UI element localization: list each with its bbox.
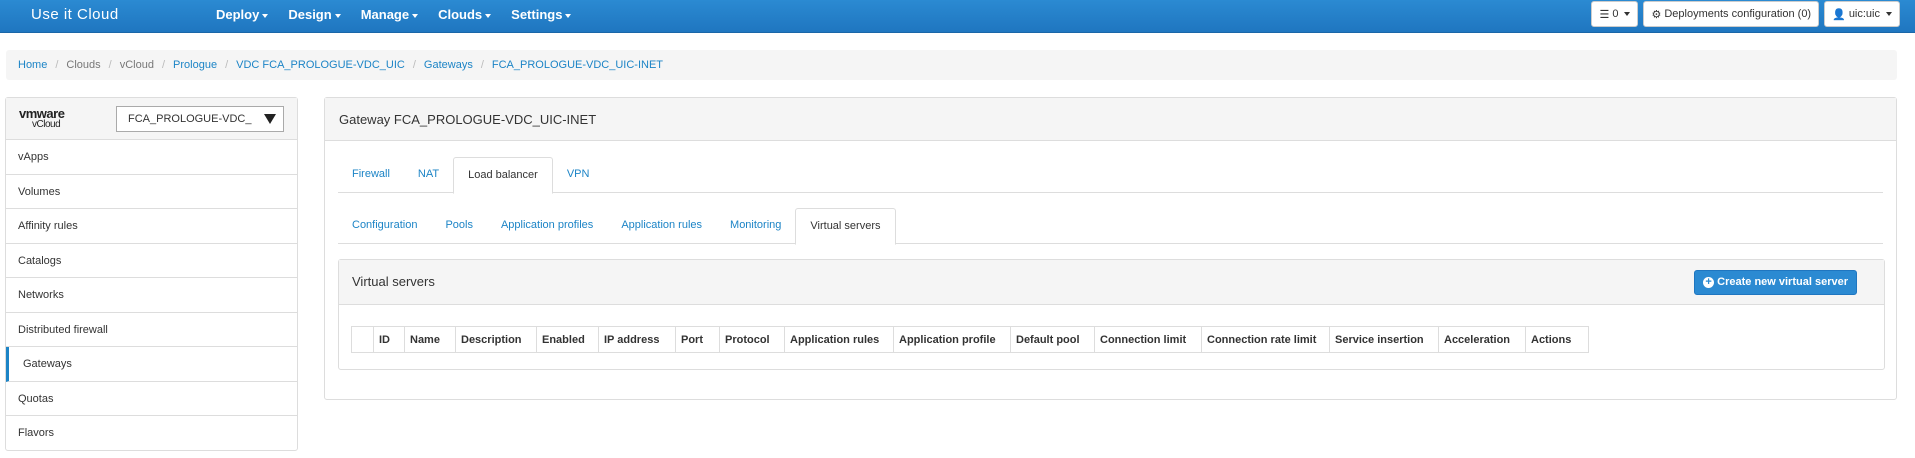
breadcrumb-separator: / <box>108 59 112 71</box>
chevron-down-icon <box>1624 12 1631 16</box>
sidebar-item-volumes[interactable]: Volumes <box>6 175 297 209</box>
user-icon: 👤 <box>1832 8 1846 21</box>
logo-subtext: vCloud <box>32 119 61 130</box>
virtual-servers-table: ID Name Description Enabled IP address Port Pr… <box>351 326 1589 353</box>
column-protocol[interactable]: Protocol <box>719 326 785 353</box>
chevron-down-icon <box>412 13 419 18</box>
subtab-virtual-servers[interactable]: Virtual servers <box>795 208 896 245</box>
column-service-insertion[interactable]: Service insertion <box>1329 326 1439 353</box>
list-icon: ☰ <box>1599 8 1610 21</box>
column-select <box>351 326 374 353</box>
deployments-config-label: Deployments configuration (0) <box>1664 8 1812 20</box>
virtual-servers-header: Virtual servers + Create new virtual ser… <box>339 260 1884 305</box>
gear-icon: ⚙ <box>1651 8 1662 21</box>
menu-design[interactable]: Design <box>288 0 341 33</box>
user-label: uic:uic <box>1848 8 1880 20</box>
sidebar-header: vmware vCloud FCA_PROLOGUE-VDC_ <box>6 98 297 140</box>
load-balancer-subtabs: Configuration Pools Application profiles Ap… <box>338 208 1883 245</box>
gateway-tabs: Firewall NAT Load balancer VPN <box>338 157 1883 194</box>
column-acceleration[interactable]: Acceleration <box>1438 326 1526 353</box>
app-title[interactable]: Use it Cloud <box>31 6 119 23</box>
column-application-rules[interactable]: Application rules <box>784 326 894 353</box>
subtab-configuration[interactable]: Configuration <box>338 208 431 244</box>
plus-circle-icon: + <box>1703 277 1715 288</box>
sidebar-item-distributed-firewall[interactable]: Distributed firewall <box>6 313 297 347</box>
sidebar-item-quotas[interactable]: Quotas <box>6 382 297 416</box>
column-default-pool[interactable]: Default pool <box>1010 326 1095 353</box>
sidebar-item-vapps[interactable]: vApps <box>6 140 297 175</box>
tab-vpn[interactable]: VPN <box>553 157 604 193</box>
subtab-application-profiles[interactable]: Application profiles <box>487 208 607 244</box>
navbar-right: ☰ 0 ⚙ Deployments configuration (0) 👤 ui… <box>1591 1 1900 27</box>
breadcrumb-vdc-fca-prologue-vdc-uic[interactable]: VDC FCA_PROLOGUE-VDC_UIC <box>236 59 405 71</box>
breadcrumb-fca-prologue-vdc-uic-inet[interactable]: FCA_PROLOGUE-VDC_UIC-INET <box>492 59 663 71</box>
sidebar: vmware vCloud FCA_PROLOGUE-VDC_ vApps Vol… <box>5 97 298 451</box>
list-dropdown-button[interactable]: ☰ 0 <box>1591 1 1639 27</box>
menu-label: Settings <box>511 7 563 22</box>
vdc-select-value: FCA_PROLOGUE-VDC_ <box>128 113 252 125</box>
breadcrumb-separator: / <box>480 59 484 71</box>
menu-label: Design <box>288 7 332 22</box>
chevron-down-icon <box>262 13 269 18</box>
sidebar-item-catalogs[interactable]: Catalogs <box>6 244 297 278</box>
breadcrumb-prologue[interactable]: Prologue <box>173 59 217 71</box>
breadcrumb-home[interactable]: Home <box>18 59 47 71</box>
virtual-servers-panel: Virtual servers + Create new virtual ser… <box>338 259 1885 370</box>
breadcrumb-vcloud: vCloud <box>119 59 154 71</box>
tab-firewall[interactable]: Firewall <box>338 157 404 193</box>
vdc-select[interactable]: FCA_PROLOGUE-VDC_ <box>116 106 284 132</box>
sidebar-item-networks[interactable]: Networks <box>6 278 297 313</box>
breadcrumb-separator: / <box>161 59 166 71</box>
vmware-vcloud-logo: vmware vCloud <box>19 106 65 130</box>
chevron-down-icon <box>485 13 492 18</box>
chevron-down-icon <box>1886 12 1892 16</box>
column-connection-rate-limit[interactable]: Connection rate limit <box>1201 326 1330 353</box>
gateway-title: Gateway FCA_PROLOGUE-VDC_UIC-INET <box>325 98 1896 141</box>
column-application-profile[interactable]: Application profile <box>893 326 1011 353</box>
dropdown-arrow-icon <box>264 114 276 124</box>
breadcrumb-separator: / <box>225 59 229 71</box>
subtab-application-rules[interactable]: Application rules <box>607 208 716 244</box>
menu-manage[interactable]: Manage <box>360 0 419 33</box>
menu-clouds[interactable]: Clouds <box>438 0 492 33</box>
column-name[interactable]: Name <box>404 326 456 353</box>
column-connection-limit[interactable]: Connection limit <box>1094 326 1202 353</box>
column-actions[interactable]: Actions <box>1525 326 1589 353</box>
breadcrumb-gateways[interactable]: Gateways <box>424 59 473 71</box>
sidebar-item-flavors[interactable]: Flavors <box>6 416 297 451</box>
user-menu-button[interactable]: 👤 uic:uic <box>1824 1 1900 27</box>
subtab-monitoring[interactable]: Monitoring <box>716 208 795 244</box>
column-port[interactable]: Port <box>675 326 720 353</box>
breadcrumb: Home / Clouds / vCloud / Prologue / VDC FCA_PROL… <box>6 50 1897 80</box>
breadcrumb-clouds: Clouds <box>66 59 101 71</box>
list-count: 0 <box>1612 8 1619 20</box>
breadcrumb-separator: / <box>412 59 416 71</box>
menu-settings[interactable]: Settings <box>511 0 572 33</box>
menu-label: Deploy <box>216 7 260 22</box>
breadcrumb-separator: / <box>55 59 59 71</box>
subtab-pools[interactable]: Pools <box>431 208 487 244</box>
sidebar-item-gateways[interactable]: Gateways <box>6 347 297 382</box>
deployments-config-button[interactable]: ⚙ Deployments configuration (0) <box>1643 1 1820 27</box>
column-enabled[interactable]: Enabled <box>536 326 599 353</box>
table-header-row: ID Name Description Enabled IP address Port Pr… <box>351 326 1589 353</box>
sidebar-item-affinity-rules[interactable]: Affinity rules <box>6 209 297 244</box>
tab-nat[interactable]: NAT <box>404 157 453 193</box>
sidebar-items: vApps Volumes Affinity rules Catalogs Networ… <box>6 140 297 451</box>
menu-label: Clouds <box>438 7 483 22</box>
column-description[interactable]: Description <box>455 326 537 353</box>
create-virtual-server-label: Create new virtual server <box>1717 276 1848 288</box>
menu-label: Manage <box>360 7 410 22</box>
create-virtual-server-button[interactable]: + Create new virtual server <box>1694 270 1857 295</box>
chevron-down-icon <box>334 13 341 18</box>
column-id[interactable]: ID <box>373 326 405 353</box>
menu-deploy[interactable]: Deploy <box>216 0 269 33</box>
main-menu: Deploy Design Manage Clouds Settings <box>216 0 591 33</box>
virtual-servers-title: Virtual servers <box>352 274 435 289</box>
top-navbar: Use it Cloud Deploy Design Manage Clouds Set… <box>0 0 1915 33</box>
column-ip-address[interactable]: IP address <box>598 326 676 353</box>
tab-load-balancer[interactable]: Load balancer <box>453 157 553 194</box>
chevron-down-icon <box>565 13 572 18</box>
gateway-panel: Gateway FCA_PROLOGUE-VDC_UIC-INET Firewa… <box>324 97 1897 400</box>
